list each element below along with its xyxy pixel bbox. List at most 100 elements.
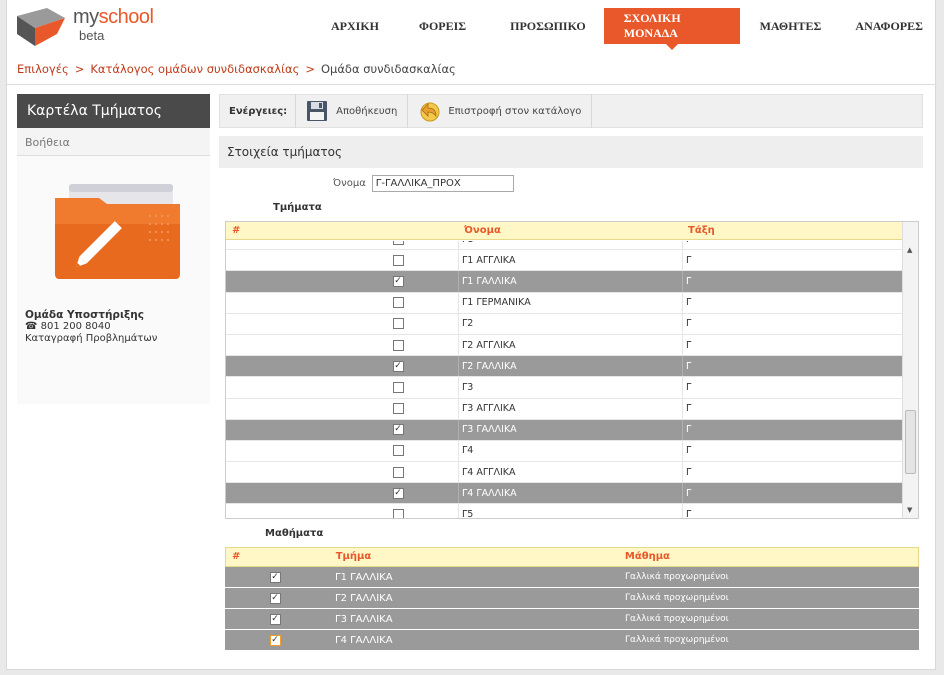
row-checkbox-cell: ✓ [338, 424, 458, 436]
table-row[interactable]: ✓ Γ3 ΓΑΛΛΙΚΑ Γ [226, 419, 903, 441]
table-row[interactable]: Γ5 Γ [226, 504, 903, 518]
table-row[interactable]: Γ3 Γ [226, 377, 903, 399]
row-checkbox-cell [338, 381, 458, 393]
row-checkbox[interactable]: ✓ [392, 487, 404, 499]
nav-item-home[interactable]: ΑΡΧΙΚΗ [309, 8, 393, 44]
row-checkbox[interactable]: ✓ [269, 634, 281, 646]
breadcrumb: Επιλογές > Κατάλογος ομάδων συνδιδασκαλίας… [17, 62, 456, 76]
row-class-cell: Γ [682, 419, 902, 440]
nav-item-students[interactable]: ΜΑΘΗΤΕΣ [740, 8, 842, 44]
table-row[interactable]: Γ2 Γ [226, 313, 903, 335]
row-checkbox-cell [338, 339, 458, 351]
table-row[interactable]: ✓ Γ3 ΓΑΛΛΙΚΑ Γαλλικά προχωρημένοι [225, 609, 919, 630]
table-row[interactable]: Γ4 Γ [226, 440, 903, 463]
actions-label: Ενέργειες: [220, 94, 297, 128]
breadcrumb-current: Ομάδα συνδιδασκαλίας [320, 62, 456, 76]
vertical-scrollbar[interactable]: ▲ ▼ [902, 222, 918, 518]
col-header-dept[interactable]: Τμήμα [326, 548, 621, 566]
courses-grid: # Τμήμα Μάθημα ✓ Γ1 ΓΑΛΛΙΚΑ Γαλλικά προχωρ… [225, 547, 919, 654]
breadcrumb-link-options[interactable]: Επιλογές [17, 62, 69, 76]
row-checkbox[interactable] [392, 403, 404, 415]
table-row[interactable]: Γ1 ΓΕΡΜΑΝΙΚΑ Γ [226, 292, 903, 314]
row-checkbox-cell [338, 254, 458, 266]
row-name-cell: Γ2 ΑΓΓΛΙΚΑ [458, 334, 682, 356]
departments-grid-body: Γ1ΓΓ1 ΑΓΓΛΙΚΑΓ✓Γ1 ΓΑΛΛΙΚΑΓΓ1 ΓΕΡΜΑΝΙΚΑΓΓ… [226, 241, 903, 518]
row-checkbox-cell [338, 509, 458, 518]
table-row[interactable]: ✓ Γ2 ΓΑΛΛΙΚΑ Γαλλικά προχωρημένοι [225, 588, 919, 609]
row-checkbox[interactable] [392, 297, 404, 309]
name-input[interactable] [371, 175, 514, 192]
row-checkbox[interactable]: ✓ [392, 360, 404, 372]
row-course-cell: Γαλλικά προχωρημένοι [625, 593, 729, 603]
save-label: Αποθήκευση [336, 105, 398, 117]
nav-item-reports[interactable]: ΑΝΑΦΟΡΕΣ [841, 8, 937, 44]
col-header-hash[interactable]: # [226, 548, 326, 566]
row-dept-cell: Γ1 ΓΑΛΛΙΚΑ [335, 571, 393, 583]
table-row[interactable]: ✓ Γ2 ΓΑΛΛΙΚΑ Γ [226, 356, 903, 378]
header: myschool beta ΑΡΧΙΚΗ ΦΟΡΕΙΣ ΠΡΟΣΩΠΙΚΟ ΣΧ… [7, 0, 937, 52]
col-header-course[interactable]: Μάθημα [621, 548, 918, 566]
table-row[interactable]: ✓ Γ4 ΓΑΛΛΙΚΑ Γ [226, 483, 903, 505]
back-label: Επιστροφή στον κατάλογο [448, 105, 582, 117]
scroll-thumb[interactable] [905, 410, 916, 474]
col-header-name[interactable]: Όνομα [458, 222, 682, 239]
section-title: Στοιχεία τμήματος [219, 136, 923, 168]
row-checkbox[interactable]: ✓ [269, 613, 281, 625]
row-checkbox[interactable]: ✓ [269, 592, 281, 604]
courses-grid-header: # Τμήμα Μάθημα [225, 547, 919, 567]
col-header-hash[interactable]: # [226, 222, 458, 239]
col-header-class[interactable]: Τάξη [682, 222, 902, 239]
save-button[interactable]: Αποθήκευση [296, 94, 409, 128]
nav-item-school-unit[interactable]: ΣΧΟΛΙΚΗ ΜΟΝΑΔΑ [603, 8, 740, 50]
table-row[interactable]: Γ1 ΑΓΓΛΙΚΑ Γ [226, 250, 903, 272]
row-checkbox[interactable] [392, 241, 404, 245]
main-nav: ΑΡΧΙΚΗ ΦΟΡΕΙΣ ΠΡΟΣΩΠΙΚΟ ΣΧΟΛΙΚΗ ΜΟΝΑΔΑ Μ… [309, 8, 937, 50]
sidebar: Καρτέλα Τμήματος Βοήθεια Ομάδα Υποστήριξ… [17, 94, 210, 404]
row-name-cell: Γ2 ΓΑΛΛΙΚΑ [458, 356, 682, 377]
row-dept-cell: Γ3 ΓΑΛΛΙΚΑ [335, 613, 393, 625]
row-class-cell: Γ [682, 462, 902, 483]
row-class-cell: Γ [682, 504, 902, 518]
row-checkbox-cell: ✓ [338, 275, 458, 287]
table-row[interactable]: Γ3 ΑΓΓΛΙΚΑ Γ [226, 398, 903, 420]
row-name-cell: Γ4 ΑΓΓΛΙΚΑ [458, 462, 682, 483]
table-row[interactable]: Γ1Γ [226, 241, 903, 251]
row-checkbox-cell: ✓ [225, 592, 325, 604]
floppy-disk-icon [307, 101, 328, 121]
row-name-cell: Γ2 [458, 313, 682, 334]
logo[interactable]: myschool beta [17, 6, 157, 46]
breadcrumb-link-catalog[interactable]: Κατάλογος ομάδων συνδιδασκαλίας [90, 62, 299, 76]
row-checkbox[interactable] [392, 318, 404, 330]
table-row[interactable]: ✓ Γ1 ΓΑΛΛΙΚΑ Γ [226, 271, 903, 293]
breadcrumb-separator: > [74, 62, 85, 76]
row-checkbox[interactable] [392, 381, 404, 393]
sidebar-body: Ομάδα Υποστήριξης ☎ 801 200 8040 Καταγρα… [17, 156, 210, 404]
row-name-cell: Γ4 [458, 440, 682, 462]
row-class-cell: Γ [682, 483, 902, 504]
table-row[interactable]: Γ4 ΑΓΓΛΙΚΑ Γ [226, 462, 903, 484]
row-class-cell: Γ [682, 334, 902, 356]
nav-item-personnel[interactable]: ΠΡΟΣΩΠΙΚΟ [492, 8, 604, 44]
row-checkbox[interactable] [392, 339, 404, 351]
phone-icon: ☎ [25, 321, 41, 332]
scroll-up-icon[interactable]: ▲ [907, 246, 912, 254]
row-checkbox[interactable] [392, 466, 404, 478]
table-row[interactable]: ✓ Γ4 ΓΑΛΛΙΚΑ Γαλλικά προχωρημένοι [225, 630, 919, 651]
back-to-catalog-button[interactable]: Επιστροφή στον κατάλογο [408, 94, 593, 128]
row-name-cell: Γ1 ΓΑΛΛΙΚΑ [458, 271, 682, 292]
row-checkbox[interactable]: ✓ [392, 424, 404, 436]
row-checkbox[interactable] [392, 509, 404, 518]
support-link[interactable]: Καταγραφή Προβλημάτων [25, 333, 157, 345]
row-checkbox[interactable] [392, 445, 404, 457]
nav-item-agencies[interactable]: ΦΟΡΕΙΣ [393, 8, 492, 44]
table-row[interactable]: Γ2 ΑΓΓΛΙΚΑ Γ [226, 334, 903, 357]
table-row[interactable]: ✓ Γ1 ΓΑΛΛΙΚΑ Γαλλικά προχωρημένοι [225, 567, 919, 588]
row-checkbox[interactable]: ✓ [269, 571, 281, 583]
row-checkbox[interactable] [392, 254, 404, 266]
row-checkbox[interactable]: ✓ [392, 275, 404, 287]
row-class-cell: Γ [682, 271, 902, 292]
row-class-cell: Γ [682, 241, 902, 250]
scroll-down-icon[interactable]: ▼ [907, 506, 912, 514]
help-link[interactable]: Βοήθεια [17, 128, 210, 156]
row-checkbox-cell [338, 445, 458, 457]
